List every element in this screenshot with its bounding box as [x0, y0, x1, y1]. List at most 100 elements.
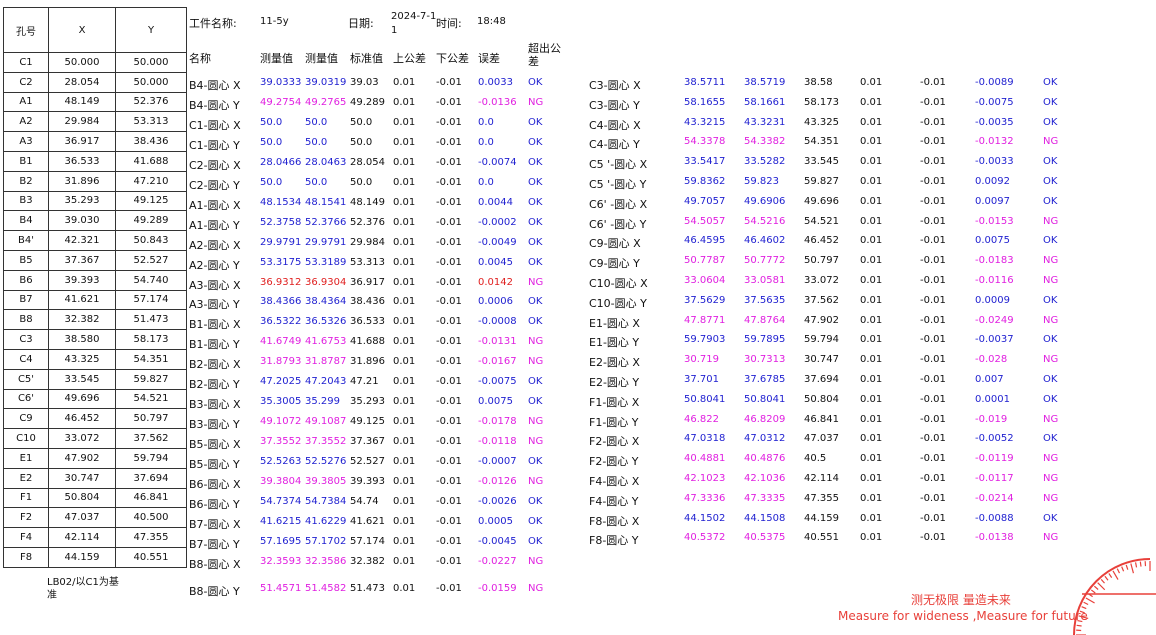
lower-tolerance: -0.01: [436, 555, 462, 567]
x-value-cell: 49.696: [48, 388, 116, 410]
column-header-y: Y: [115, 7, 187, 53]
gauge-arc: [1073, 558, 1151, 635]
x-value-cell: 32.382: [48, 309, 116, 331]
y-value-cell: 59.827: [115, 368, 187, 390]
error-value: -0.0026: [478, 495, 517, 507]
status-badge: OK: [528, 77, 543, 88]
standard-value: 59.794: [804, 334, 839, 346]
status-badge: OK: [528, 296, 543, 308]
workpiece-value: 11-5y: [260, 16, 289, 27]
upper-tolerance: 0.01: [860, 354, 883, 366]
error-value: -0.0183: [975, 255, 1014, 267]
status-badge: OK: [528, 196, 543, 208]
standard-value: 38.436: [350, 296, 385, 308]
measured-value-2: 50.8041: [744, 393, 786, 405]
point-name: C3-圆心 Y: [589, 98, 640, 112]
error-value: -0.0178: [478, 416, 517, 428]
measured-value-1: 54.5057: [684, 215, 726, 227]
point-name: C2-圆心 Y: [189, 178, 240, 192]
point-name: B3-圆心 Y: [189, 418, 240, 432]
y-value-cell: 49.289: [115, 210, 187, 232]
measured-value-2: 48.1541: [305, 196, 347, 208]
measured-value-2: 59.823: [744, 176, 779, 187]
hole-id-cell: C10: [3, 428, 49, 449]
error-value: -0.0037: [975, 334, 1014, 346]
measured-value-2: 46.8209: [744, 413, 786, 425]
status-badge: NG: [528, 436, 544, 448]
point-name: E2-圆心 Y: [589, 376, 640, 389]
table-row: B3 35.293 49.125: [3, 190, 187, 212]
measured-value-2: 53.3189: [305, 256, 347, 268]
standard-value: 52.376: [350, 216, 385, 228]
measured-value-1: 50.0: [260, 136, 283, 148]
status-badge: OK: [1043, 96, 1058, 108]
lower-tolerance: -0.01: [436, 296, 462, 308]
table-row: A3 36.917 38.436: [3, 131, 187, 152]
point-name: B3-圆心 X: [189, 398, 241, 412]
status-badge: OK: [1043, 512, 1058, 524]
hole-id-cell: A3: [3, 131, 49, 152]
time-label: 时间:: [436, 17, 462, 30]
upper-tolerance: 0.01: [393, 356, 416, 368]
header-standard: 标准值: [350, 52, 383, 65]
upper-tolerance: 0.01: [393, 456, 416, 468]
status-badge: NG: [528, 356, 544, 368]
hole-id-cell: E2: [3, 467, 49, 489]
y-value-cell: 52.527: [115, 249, 187, 271]
upper-tolerance: 0.01: [860, 77, 883, 88]
y-value-cell: 46.841: [115, 487, 187, 509]
standard-value: 52.527: [350, 456, 385, 468]
measured-value-1: 35.3005: [260, 396, 302, 408]
upper-tolerance: 0.01: [393, 495, 416, 507]
error-value: 0.0006: [478, 296, 513, 308]
error-value: -0.0249: [975, 314, 1014, 326]
lower-tolerance: -0.01: [920, 492, 946, 504]
status-badge: NG: [1043, 492, 1059, 504]
upper-tolerance: 0.01: [860, 334, 883, 346]
measured-value-1: 44.1502: [684, 512, 726, 524]
measured-value-2: 40.5375: [744, 532, 786, 544]
status-badge: OK: [1043, 334, 1058, 346]
upper-tolerance: 0.01: [393, 116, 416, 128]
lower-tolerance: -0.01: [920, 156, 946, 168]
point-name: C6' -圆心 Y: [589, 217, 647, 231]
point-name: F8-圆心 X: [589, 514, 640, 528]
status-badge: NG: [528, 96, 544, 108]
error-value: -0.0116: [975, 275, 1014, 286]
table-row: C6' 49.696 54.521: [3, 388, 187, 410]
status-badge: OK: [528, 136, 543, 148]
lower-tolerance: -0.01: [920, 314, 946, 326]
table-row: B5 37.367 52.527: [3, 249, 187, 271]
measured-value-2: 54.7384: [305, 495, 347, 507]
table-row: C4 43.325 54.351: [3, 348, 187, 370]
table-row: F2 47.037 40.500: [3, 507, 187, 529]
x-value-cell: 30.747: [48, 467, 116, 489]
status-badge: NG: [1043, 136, 1059, 148]
error-value: 0.0075: [478, 396, 513, 408]
y-value-cell: 47.355: [115, 527, 187, 548]
status-badge: OK: [528, 456, 543, 468]
measured-value-2: 50.0: [305, 116, 328, 128]
status-badge: NG: [1043, 453, 1059, 465]
upper-tolerance: 0.01: [860, 374, 883, 385]
standard-value: 50.0: [350, 116, 373, 128]
standard-value: 32.382: [350, 555, 385, 567]
measured-value-1: 47.3336: [684, 492, 726, 504]
measured-value-2: 52.5276: [305, 456, 347, 468]
standard-value: 50.804: [804, 393, 839, 405]
error-value: -0.0088: [975, 512, 1014, 524]
measured-value-1: 30.719: [684, 354, 719, 366]
error-value: 0.0097: [975, 195, 1010, 207]
point-name: E1-圆心 X: [589, 316, 640, 330]
point-name: B2-圆心 X: [189, 358, 241, 372]
point-name: C6' -圆心 X: [589, 197, 648, 211]
standard-value: 33.545: [804, 156, 839, 168]
header-name: 名称: [189, 52, 211, 65]
lower-tolerance: -0.01: [436, 376, 462, 388]
lower-tolerance: -0.01: [436, 436, 462, 448]
measured-value-2: 32.3586: [305, 555, 347, 567]
table-row: A1 48.149 52.376: [3, 91, 187, 113]
measured-value-1: 33.0604: [684, 275, 726, 286]
measured-value-1: 52.5263: [260, 456, 302, 468]
status-badge: NG: [1043, 532, 1059, 544]
